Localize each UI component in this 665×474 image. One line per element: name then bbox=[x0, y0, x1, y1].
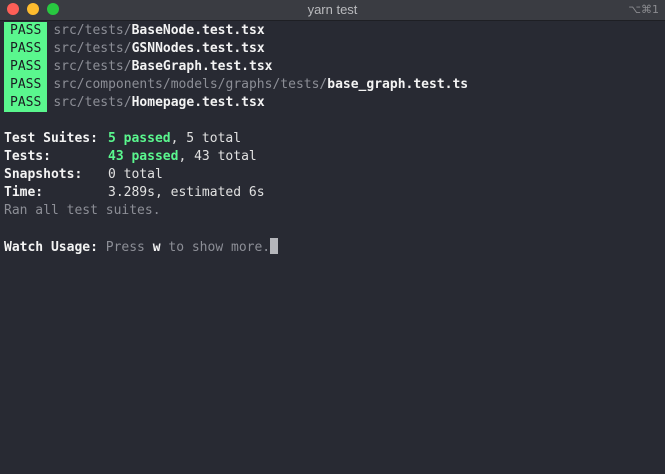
terminal-window: yarn test ⌥⌘1 PASS src/tests/BaseNode.tes… bbox=[0, 0, 665, 474]
test-file: BaseGraph.test.tsx bbox=[131, 59, 273, 74]
window-shortcut: ⌥⌘1 bbox=[628, 3, 659, 16]
summary-time: Time: 3.289s, estimated 6s bbox=[4, 184, 659, 202]
summary-label: Test Suites: bbox=[4, 131, 98, 146]
passed-count: 5 passed bbox=[108, 131, 171, 146]
summary-snapshots: Snapshots: 0 total bbox=[4, 166, 659, 184]
summary-suites: Test Suites: 5 passed, 5 total bbox=[4, 130, 659, 148]
total-count: , 5 total bbox=[170, 131, 242, 146]
terminal-output[interactable]: PASS src/tests/BaseNode.test.tsx PASS src/… bbox=[4, 22, 659, 256]
test-result-row: PASS src/components/models/graphs/tests/b… bbox=[4, 76, 659, 94]
title-bar: yarn test ⌥⌘1 bbox=[0, 0, 665, 21]
pass-badge: PASS bbox=[4, 58, 48, 76]
pass-badge: PASS bbox=[4, 94, 48, 112]
total-count: , 43 total bbox=[178, 149, 257, 164]
pass-badge: PASS bbox=[4, 22, 48, 40]
watch-key: w bbox=[152, 240, 161, 255]
test-file: BaseNode.test.tsx bbox=[131, 23, 265, 38]
pass-badge: PASS bbox=[4, 40, 48, 58]
summary-label: Time: bbox=[4, 185, 44, 200]
test-dir: src/tests/ bbox=[53, 41, 132, 56]
terminal-cursor bbox=[270, 238, 279, 254]
watch-post: to show more. bbox=[160, 240, 271, 255]
test-file: Homepage.test.tsx bbox=[131, 95, 265, 110]
watch-label: Watch Usage: bbox=[4, 240, 98, 255]
test-dir: src/tests/ bbox=[53, 23, 132, 38]
pass-badge: PASS bbox=[4, 76, 48, 94]
summary-tests: Tests: 43 passed, 43 total bbox=[4, 148, 659, 166]
test-dir: src/components/models/graphs/tests/ bbox=[53, 77, 328, 92]
test-dir: src/tests/ bbox=[53, 59, 132, 74]
test-result-row: PASS src/tests/BaseGraph.test.tsx bbox=[4, 58, 659, 76]
test-file: GSNNodes.test.tsx bbox=[131, 41, 265, 56]
test-dir: src/tests/ bbox=[53, 95, 132, 110]
watch-usage: Watch Usage: Press w to show more. bbox=[4, 238, 659, 256]
window-title: yarn test bbox=[307, 2, 358, 17]
time-value: 3.289s, estimated 6s bbox=[108, 185, 265, 200]
test-result-row: PASS src/tests/Homepage.test.tsx bbox=[4, 94, 659, 112]
passed-count: 43 passed bbox=[108, 149, 179, 164]
summary-label: Snapshots: bbox=[4, 167, 83, 182]
summary-label: Tests: bbox=[4, 149, 51, 164]
ran-all-message: Ran all test suites. bbox=[4, 203, 161, 218]
watch-pre: Press bbox=[97, 240, 153, 255]
test-result-row: PASS src/tests/BaseNode.test.tsx bbox=[4, 22, 659, 40]
test-file: base_graph.test.ts bbox=[327, 77, 469, 92]
test-result-row: PASS src/tests/GSNNodes.test.tsx bbox=[4, 40, 659, 58]
snapshot-count: 0 total bbox=[108, 167, 163, 182]
